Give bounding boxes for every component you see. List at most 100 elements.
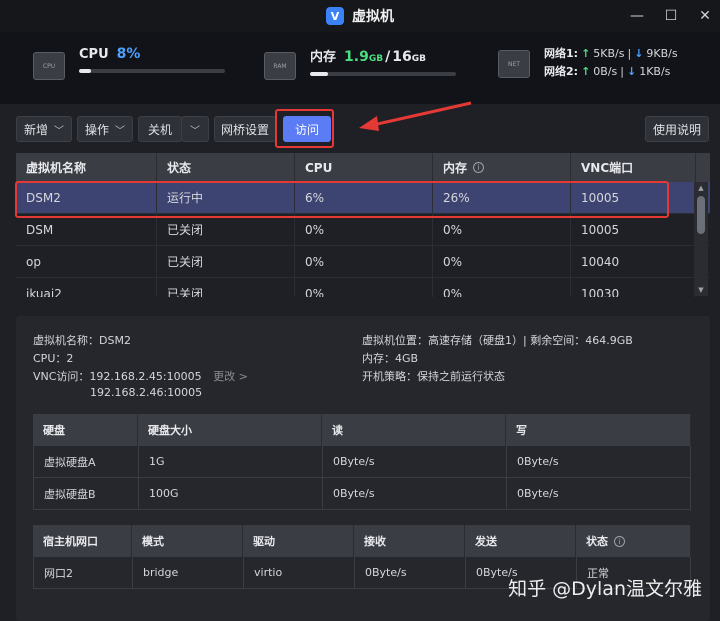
title-bar: V 虚拟机 — ☐ ✕ bbox=[0, 0, 720, 32]
cell-status: 已关闭 bbox=[157, 214, 295, 245]
operations-dropdown-button[interactable]: 操作 ﹀ bbox=[77, 116, 133, 142]
scrollbar-thumb[interactable] bbox=[697, 196, 705, 234]
table-row[interactable]: ikuai2 已关闭 0% 0% 10030 bbox=[16, 278, 710, 297]
new-dropdown-button[interactable]: 新增 ﹀ bbox=[16, 116, 72, 142]
cell-read: 0Byte/s bbox=[323, 478, 507, 509]
cell-read: 0Byte/s bbox=[323, 446, 507, 477]
cell-disk: 虚拟硬盘B bbox=[34, 478, 139, 509]
cell-vm-name: op bbox=[16, 246, 157, 277]
cell-size: 100G bbox=[139, 478, 323, 509]
info-icon[interactable]: i bbox=[614, 535, 625, 547]
detail-cpu: CPU：2 bbox=[33, 352, 74, 365]
column-mode: 模式 bbox=[132, 525, 243, 557]
visit-highlight-box bbox=[275, 109, 334, 148]
shutdown-button[interactable]: 关机 bbox=[138, 116, 182, 142]
cell-status: 已关闭 bbox=[157, 278, 295, 297]
network-stat: NET 网络1: ↑ 5KB/s | ↓ 9KB/s 网络2: ↑ 0B/s |… bbox=[498, 44, 678, 80]
memory-used-value: 1.9GB bbox=[344, 49, 384, 65]
cell-status: 已关闭 bbox=[157, 246, 295, 277]
detail-vnc: VNC访问：192.168.2.45:10005 更改 > bbox=[33, 370, 248, 383]
column-memory[interactable]: 内存 i bbox=[433, 153, 571, 182]
chevron-down-icon: ﹀ bbox=[54, 125, 64, 137]
memory-label: 内存 bbox=[310, 50, 337, 65]
cell-receive: 0Byte/s bbox=[355, 557, 466, 588]
shutdown-dropdown-toggle[interactable]: ﹀ bbox=[181, 116, 209, 142]
column-cpu[interactable]: CPU bbox=[295, 153, 433, 182]
detail-vnc-addr2: 192.168.2.46:10005 bbox=[90, 386, 203, 399]
column-status: 状态 i bbox=[576, 525, 691, 557]
cell-disk: 虚拟硬盘A bbox=[34, 446, 139, 477]
cell-vnc-port: 10030 bbox=[571, 278, 696, 297]
column-receive: 接收 bbox=[354, 525, 465, 557]
cell-vnc-port: 10005 bbox=[571, 214, 696, 245]
cpu-stat: CPU CPU 8% bbox=[33, 46, 225, 80]
cell-write: 0Byte/s bbox=[507, 478, 691, 509]
vm-table-header: 虚拟机名称 状态 CPU 内存 i VNC端口 bbox=[16, 153, 710, 182]
close-icon[interactable]: ✕ bbox=[698, 6, 712, 26]
maximize-icon[interactable]: ☐ bbox=[664, 6, 678, 26]
table-row[interactable]: DSM 已关闭 0% 0% 10005 bbox=[16, 214, 710, 246]
detail-location: 虚拟机位置：高速存储（硬盘1）| 剩余空间：464.9GB bbox=[362, 334, 633, 347]
cpu-usage-value: 8% bbox=[116, 46, 141, 62]
minimize-icon[interactable]: — bbox=[630, 6, 644, 26]
chevron-down-icon: ﹀ bbox=[115, 125, 125, 137]
column-write: 写 bbox=[506, 414, 691, 446]
cell-cpu: 0% bbox=[295, 214, 433, 245]
cpu-usage-bar bbox=[79, 69, 225, 73]
ram-chip-icon: RAM bbox=[264, 52, 296, 80]
help-button[interactable]: 使用说明 bbox=[645, 116, 709, 142]
scroll-down-icon[interactable]: ▼ bbox=[694, 284, 708, 296]
detail-boot-policy: 开机策略：保持之前运行状态 bbox=[362, 370, 505, 383]
cell-driver: virtio bbox=[244, 557, 355, 588]
cell-mode: bridge bbox=[133, 557, 244, 588]
cell-memory: 0% bbox=[433, 278, 571, 297]
table-row[interactable]: op 已关闭 0% 0% 10040 bbox=[16, 246, 710, 278]
download-arrow-icon: ↓ bbox=[634, 46, 644, 60]
detail-vm-name: 虚拟机名称：DSM2 bbox=[33, 334, 131, 347]
network-table-header: 宿主机网口 模式 驱动 接收 发送 状态 i bbox=[33, 525, 691, 557]
cell-vm-name: ikuai2 bbox=[16, 278, 157, 297]
info-icon[interactable]: i bbox=[473, 162, 485, 173]
column-driver: 驱动 bbox=[243, 525, 354, 557]
vm-table-scrollbar[interactable]: ▲ ▼ bbox=[694, 182, 708, 296]
download-arrow-icon: ↓ bbox=[626, 64, 637, 78]
cpu-label: CPU bbox=[79, 47, 109, 62]
cell-vm-name: DSM bbox=[16, 214, 157, 245]
column-disk: 硬盘 bbox=[33, 414, 138, 446]
app-logo-icon: V bbox=[326, 7, 344, 25]
vnc-change-link[interactable]: 更改 > bbox=[213, 370, 248, 383]
cell-memory: 0% bbox=[433, 246, 571, 277]
cell-vnc-port: 10040 bbox=[571, 246, 696, 277]
column-vm-name[interactable]: 虚拟机名称 bbox=[16, 153, 157, 182]
column-status[interactable]: 状态 bbox=[157, 153, 295, 182]
cell-cpu: 0% bbox=[295, 246, 433, 277]
annotation-arrow-icon bbox=[359, 101, 472, 131]
scroll-up-icon[interactable]: ▲ bbox=[694, 182, 708, 194]
cpu-chip-icon: CPU bbox=[33, 52, 65, 80]
memory-usage-bar bbox=[310, 72, 456, 76]
cell-port: 网口2 bbox=[34, 557, 133, 588]
network1-row: 网络1: ↑ 5KB/s | ↓ 9KB/s bbox=[544, 46, 678, 61]
column-disk-size: 硬盘大小 bbox=[138, 414, 322, 446]
upload-arrow-icon: ↑ bbox=[581, 64, 591, 78]
cell-cpu: 0% bbox=[295, 278, 433, 297]
cell-memory: 0% bbox=[433, 214, 571, 245]
watermark: 知乎 @Dylan温文尔雅 bbox=[508, 578, 702, 600]
cell-write: 0Byte/s bbox=[507, 446, 691, 477]
table-row: 虚拟硬盘B 100G 0Byte/s 0Byte/s bbox=[33, 478, 691, 510]
window-title: 虚拟机 bbox=[352, 9, 394, 25]
column-send: 发送 bbox=[465, 525, 576, 557]
resource-stats-bar: CPU CPU 8% RAM 内存 1.9GB / 16GB NET 网络1: bbox=[0, 32, 720, 104]
column-host-port: 宿主机网口 bbox=[33, 525, 132, 557]
window-controls: — ☐ ✕ bbox=[630, 6, 712, 26]
disk-table: 硬盘 硬盘大小 读 写 虚拟硬盘A 1G 0Byte/s 0Byte/s 虚拟硬… bbox=[33, 414, 691, 510]
memory-stat: RAM 内存 1.9GB / 16GB bbox=[264, 46, 456, 80]
chevron-down-icon: ﹀ bbox=[190, 125, 200, 137]
table-row: 虚拟硬盘A 1G 0Byte/s 0Byte/s bbox=[33, 446, 691, 478]
cell-size: 1G bbox=[139, 446, 323, 477]
column-vnc-port[interactable]: VNC端口 bbox=[571, 153, 696, 182]
network-chip-icon: NET bbox=[498, 50, 530, 78]
bridge-settings-button[interactable]: 网桥设置 bbox=[214, 116, 276, 142]
memory-separator: / bbox=[385, 49, 391, 65]
network2-row: 网络2: ↑ 0B/s | ↓ 1KB/s bbox=[544, 64, 671, 79]
